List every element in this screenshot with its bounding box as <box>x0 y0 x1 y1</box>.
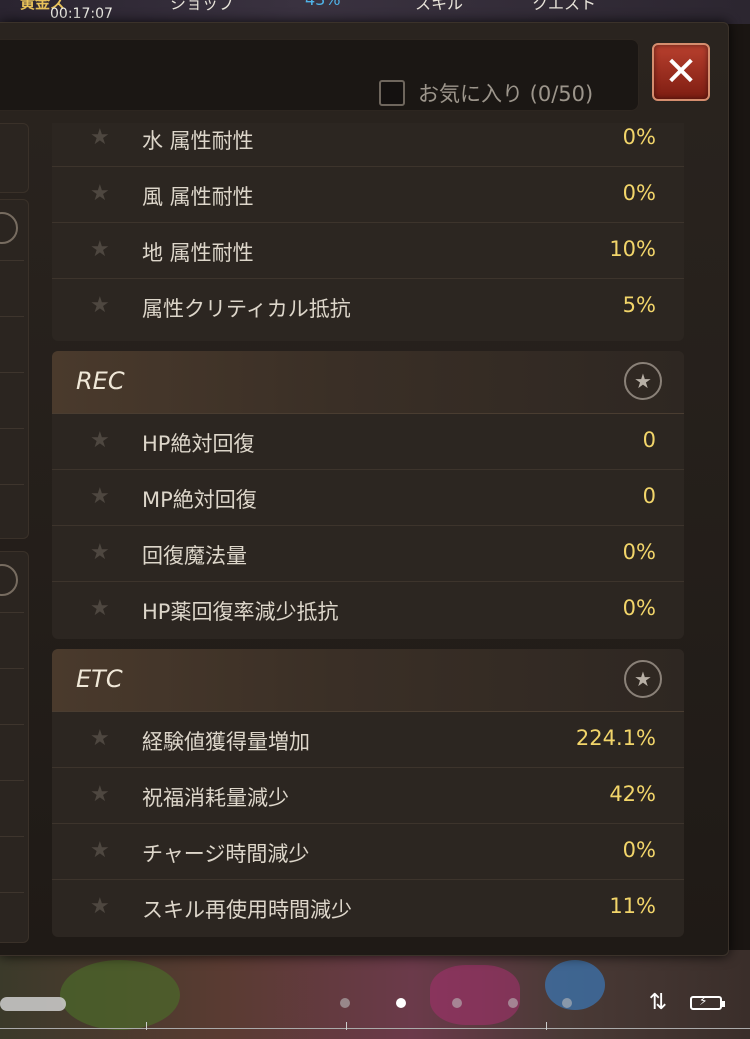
stat-label: 地 属性耐性 <box>142 241 254 265</box>
stat-value: 0 <box>642 484 656 508</box>
stat-value: 5% <box>622 293 656 317</box>
stat-group-etc: ETC ★ ★ 経験値獲得量増加 224.1% ★ 祝福消耗量減少 42% ★ … <box>52 649 684 937</box>
stat-row[interactable]: ★ 祝福消耗量減少 42% <box>52 768 684 824</box>
hud-menu-item[interactable]: クエスト <box>532 0 596 14</box>
stat-row[interactable]: ★ MP絶対回復 0 <box>52 470 684 526</box>
star-icon[interactable]: ★ <box>90 181 110 206</box>
stat-label: MP絶対回復 <box>142 488 257 512</box>
group-header: ETC ★ <box>52 649 684 712</box>
stat-group-rec: REC ★ ★ HP絶対回復 0 ★ MP絶対回復 0 ★ 回復魔法量 0% ★… <box>52 351 684 639</box>
stat-group-attributes: ★ 水 属性耐性 0% ★ 風 属性耐性 0% ★ 地 属性耐性 10% ★ 属… <box>52 123 684 341</box>
stat-label: チャージ時間減少 <box>142 842 310 866</box>
page-dot[interactable] <box>340 998 350 1008</box>
star-icon[interactable]: ★ <box>90 125 110 150</box>
star-icon[interactable]: ★ <box>90 782 110 807</box>
battery-icon: ⚡ <box>690 994 725 1010</box>
window-header: お気に入り (0/50) <box>0 39 639 111</box>
page-dot[interactable] <box>562 998 572 1008</box>
stat-value: 0% <box>622 181 656 205</box>
stat-label: HP絶対回復 <box>142 432 255 456</box>
left-panel[interactable] <box>0 551 29 943</box>
stat-label: 風 属性耐性 <box>142 185 254 209</box>
star-icon[interactable]: ★ <box>90 237 110 262</box>
stat-row[interactable]: ★ 風 属性耐性 0% <box>52 167 684 223</box>
favorite-label: お気に入り (0/50) <box>418 82 594 106</box>
event-timer: 00:17:07 <box>50 6 113 22</box>
hud-percentage: 43% <box>305 0 341 9</box>
stat-label: HP薬回復率減少抵抗 <box>142 600 339 624</box>
star-circle-icon[interactable]: ★ <box>624 362 662 400</box>
stat-row[interactable]: ★ HP絶対回復 0 <box>52 414 684 470</box>
stat-row[interactable]: ★ チャージ時間減少 0% <box>52 824 684 880</box>
star-icon[interactable]: ★ <box>90 293 110 318</box>
star-icon[interactable]: ★ <box>90 726 110 751</box>
stat-row[interactable]: ★ 属性クリティカル抵抗 5% <box>52 279 684 334</box>
game-hud-top: 黄金ス 00:17:07 ショップ 43% スキル クエスト <box>0 0 750 24</box>
group-header: REC ★ <box>52 351 684 414</box>
group-title: REC <box>76 367 125 395</box>
hud-menu-item[interactable]: スキル <box>415 0 463 14</box>
game-scene-background: ⇅ ⚡ <box>0 950 750 1039</box>
stats-list[interactable]: ★ 水 属性耐性 0% ★ 風 属性耐性 0% ★ 地 属性耐性 10% ★ 属… <box>52 123 708 959</box>
stat-value: 42% <box>609 782 656 806</box>
stat-value: 0 <box>642 428 656 452</box>
stat-label: 回復魔法量 <box>142 544 247 568</box>
page-dot[interactable] <box>508 998 518 1008</box>
page-dot[interactable] <box>452 998 462 1008</box>
left-panel[interactable] <box>0 199 29 539</box>
close-icon: ✕ <box>664 49 698 95</box>
star-icon[interactable]: ★ <box>90 484 110 509</box>
left-category-column <box>0 123 29 958</box>
left-panel[interactable] <box>0 123 29 193</box>
star-icon[interactable]: ★ <box>90 540 110 565</box>
stat-value: 0% <box>622 125 656 149</box>
stat-label: スキル再使用時間減少 <box>142 898 352 922</box>
stat-value: 224.1% <box>575 726 656 750</box>
star-circle-icon[interactable]: ★ <box>624 660 662 698</box>
swap-icon[interactable]: ⇅ <box>646 990 670 1016</box>
favorite-checkbox[interactable] <box>379 80 405 106</box>
stat-value: 0% <box>622 540 656 564</box>
hud-menu-item[interactable]: ショップ <box>170 0 234 14</box>
stat-label: 水 属性耐性 <box>142 129 254 153</box>
star-icon[interactable]: ★ <box>90 428 110 453</box>
stat-label: 属性クリティカル抵抗 <box>142 297 351 321</box>
stat-value: 11% <box>609 894 656 918</box>
stat-row[interactable]: ★ 地 属性耐性 10% <box>52 223 684 279</box>
stat-label: 経験値獲得量増加 <box>142 730 310 754</box>
stat-row[interactable]: ★ スキル再使用時間減少 11% <box>52 880 684 935</box>
stat-row[interactable]: ★ 経験値獲得量増加 224.1% <box>52 712 684 768</box>
stat-value: 0% <box>622 596 656 620</box>
star-icon[interactable]: ★ <box>90 894 110 919</box>
stat-value: 0% <box>622 838 656 862</box>
star-icon[interactable]: ★ <box>90 838 110 863</box>
stat-row[interactable]: ★ HP薬回復率減少抵抗 0% <box>52 582 684 637</box>
group-title: ETC <box>76 665 123 693</box>
stat-row[interactable]: ★ 回復魔法量 0% <box>52 526 684 582</box>
stats-window: お気に入り (0/50) ✕ ★ 水 属性耐性 0% ★ 風 属性耐性 0% ★… <box>0 22 729 956</box>
player-gauge <box>0 997 66 1011</box>
close-button[interactable]: ✕ <box>652 43 710 101</box>
star-icon[interactable]: ★ <box>90 596 110 621</box>
stat-row[interactable]: ★ 水 属性耐性 0% <box>52 123 684 167</box>
stat-value: 10% <box>609 237 656 261</box>
stat-label: 祝福消耗量減少 <box>142 786 289 810</box>
page-dot-active[interactable] <box>396 998 406 1008</box>
